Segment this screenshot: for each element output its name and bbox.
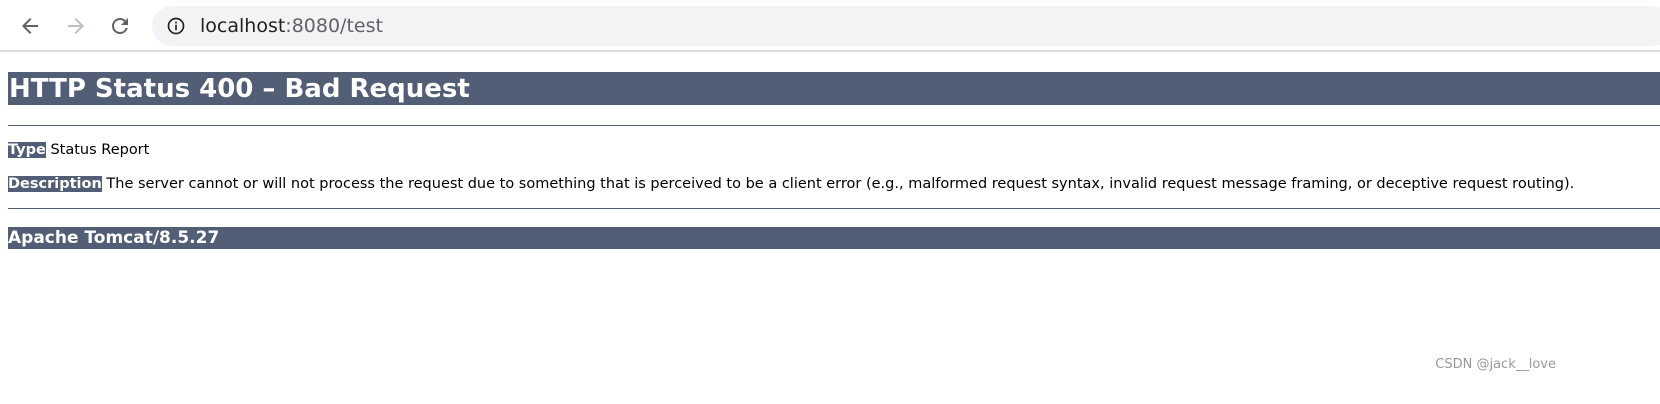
back-button[interactable] [14, 10, 46, 42]
forward-button[interactable] [60, 10, 92, 42]
divider [8, 125, 1660, 126]
divider [8, 208, 1660, 209]
description-label: Description [8, 176, 102, 192]
description-line: Description The server cannot or will no… [8, 175, 1574, 193]
reload-icon [112, 18, 128, 34]
type-line: Type Status Report [8, 141, 149, 159]
reload-button[interactable] [104, 10, 136, 42]
info-circle-icon[interactable] [166, 16, 186, 36]
description-value: The server cannot or will not process th… [101, 176, 1575, 192]
url-path: :8080/test [285, 15, 383, 37]
browser-toolbar: localhost:8080/test [0, 0, 1660, 52]
address-bar[interactable]: localhost:8080/test [152, 6, 1660, 46]
type-label: Type [8, 142, 46, 158]
arrow-right-icon [68, 18, 84, 34]
url-host: localhost [200, 15, 286, 37]
type-value: Status Report [45, 142, 150, 158]
server-info: Apache Tomcat/8.5.27 [8, 227, 1660, 249]
arrow-left-icon [22, 18, 38, 34]
page-title: HTTP Status 400 – Bad Request [8, 72, 1660, 105]
url-text[interactable]: localhost:8080/test [200, 14, 383, 38]
watermark: CSDN @jack__love [1435, 357, 1556, 372]
